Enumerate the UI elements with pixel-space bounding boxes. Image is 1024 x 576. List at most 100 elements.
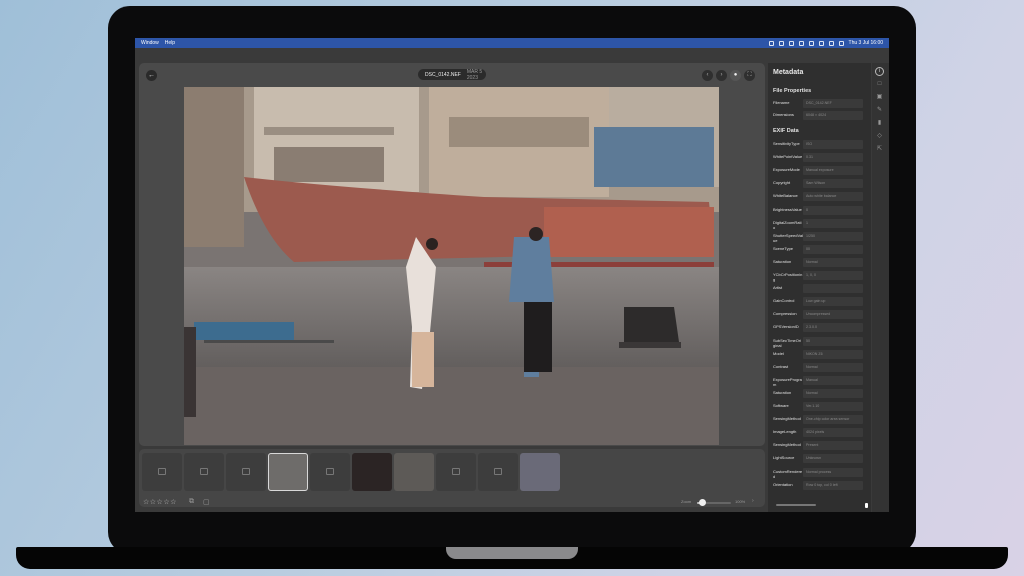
metadata-value-field[interactable]: Sam Wilson bbox=[803, 179, 863, 189]
share-icon[interactable]: ⇱ bbox=[875, 145, 884, 154]
wifi-icon[interactable] bbox=[808, 40, 814, 46]
filmstrip-thumbnail[interactable] bbox=[520, 453, 560, 491]
tag-icon[interactable]: ◇ bbox=[875, 132, 884, 141]
metadata-value-field[interactable]: 0.31 bbox=[803, 153, 863, 163]
panel-horizontal-scrollbar[interactable] bbox=[776, 504, 816, 506]
status-icon[interactable] bbox=[798, 40, 804, 46]
metadata-key: LightSource bbox=[773, 455, 795, 461]
fullscreen-icon: ⛶ bbox=[747, 72, 752, 78]
chevron-right-icon: › bbox=[720, 72, 723, 78]
metadata-value-field[interactable]: 0 bbox=[803, 205, 863, 215]
metadata-value-field[interactable]: 1, 0, 0 bbox=[803, 271, 863, 280]
fullscreen-button[interactable]: ⛶ bbox=[744, 70, 755, 81]
metadata-value-field[interactable]: 00 bbox=[803, 244, 863, 254]
screen: Window Help Thu 3 Jul 16:00 ← DSC_0142.N… bbox=[135, 38, 889, 512]
image-placeholder-icon bbox=[158, 468, 166, 475]
metadata-value-field[interactable]: NIKON Z6 bbox=[803, 349, 863, 359]
exif-heading: EXIF Data bbox=[773, 128, 799, 134]
metadata-value-field[interactable]: Normal bbox=[803, 388, 863, 398]
filmstrip-thumbnail[interactable] bbox=[226, 453, 266, 491]
metadata-value-field[interactable]: Uncompressed bbox=[803, 310, 863, 320]
filmstrip-thumbnail[interactable] bbox=[436, 453, 476, 491]
file-name-pill: DSC_0142.NEF MAR 5 2023 bbox=[418, 69, 486, 81]
search-icon[interactable] bbox=[828, 40, 834, 46]
prev-button[interactable]: ‹ bbox=[702, 70, 713, 81]
metadata-value-field[interactable]: Normal process bbox=[803, 467, 863, 477]
copy-icon[interactable]: ⧉ bbox=[189, 498, 194, 506]
status-icon[interactable] bbox=[768, 40, 774, 46]
back-button[interactable]: ← bbox=[146, 70, 157, 81]
image-icon[interactable]: ▣ bbox=[875, 93, 884, 102]
metadata-value-field[interactable]: Auto white balance bbox=[803, 192, 863, 202]
menubar-status: Thu 3 Jul 16:00 bbox=[768, 38, 883, 48]
metadata-value-field[interactable]: 1 bbox=[803, 218, 863, 228]
metadata-key: ExposureMode bbox=[773, 167, 800, 173]
metadata-key: YCbCrPositioning bbox=[773, 272, 803, 282]
photo-image bbox=[184, 87, 719, 445]
metadata-value-field[interactable]: 2.3.0.0 bbox=[803, 323, 863, 333]
folder-icon[interactable]: □ bbox=[875, 80, 884, 89]
metadata-key: ImageLength bbox=[773, 429, 797, 435]
filmstrip-thumbnail[interactable] bbox=[142, 453, 182, 491]
metadata-value-field[interactable]: Present bbox=[803, 441, 863, 451]
metadata-value-field[interactable]: 4024 pixels bbox=[803, 428, 863, 438]
image-placeholder-icon bbox=[326, 468, 334, 475]
rating-stars[interactable]: ☆☆☆☆☆ bbox=[143, 498, 177, 506]
menubar-clock[interactable]: Thu 3 Jul 16:00 bbox=[849, 40, 883, 46]
filmstrip-thumbnail[interactable] bbox=[352, 453, 392, 491]
metadata-value-field[interactable]: Unknown bbox=[803, 454, 863, 464]
metadata-value-field[interactable]: 1/250 bbox=[803, 231, 863, 241]
metadata-key: Saturation bbox=[773, 389, 792, 395]
metadata-value-field[interactable]: Normal bbox=[803, 362, 863, 372]
panel-scrollbar[interactable] bbox=[865, 503, 868, 508]
metadata-value-field[interactable]: 50 bbox=[803, 336, 863, 346]
metadata-value-field[interactable]: 6048 × 4024 bbox=[803, 111, 863, 120]
metadata-value-field[interactable]: DSC_0142.NEF bbox=[803, 99, 863, 108]
metadata-value-field[interactable]: Low gain up bbox=[803, 297, 863, 307]
next-button[interactable]: › bbox=[716, 70, 727, 81]
battery-icon[interactable] bbox=[818, 40, 824, 46]
metadata-key: Dimensions bbox=[773, 112, 794, 117]
metadata-key: SensingMethod bbox=[773, 416, 801, 422]
filmstrip-thumbnail[interactable] bbox=[478, 453, 518, 491]
metadata-key: WhitePointValue bbox=[773, 154, 803, 160]
metadata-value-field[interactable]: Row 0 top, col 0 left bbox=[803, 480, 863, 490]
filmstrip-thumbnail[interactable] bbox=[268, 453, 308, 491]
control-center-icon[interactable] bbox=[838, 40, 844, 46]
metadata-value-field[interactable] bbox=[803, 284, 863, 294]
status-icon[interactable] bbox=[788, 40, 794, 46]
image-placeholder-icon bbox=[452, 468, 460, 475]
metadata-key: Orientation bbox=[773, 481, 793, 487]
file-name: DSC_0142.NEF bbox=[425, 71, 461, 78]
metadata-value-field[interactable]: Ver.1.10 bbox=[803, 402, 863, 411]
status-icon[interactable] bbox=[778, 40, 784, 46]
info-icon[interactable]: i bbox=[875, 67, 884, 76]
edit-icon[interactable]: ✎ bbox=[875, 106, 884, 115]
metadata-value-field[interactable]: Manual bbox=[803, 375, 863, 385]
metadata-value-field[interactable]: Normal bbox=[803, 257, 863, 267]
filmstrip-thumbnail[interactable] bbox=[310, 453, 350, 491]
info-toggle-button[interactable]: ● bbox=[730, 70, 741, 81]
main-photo bbox=[184, 87, 719, 445]
metadata-key: Filename bbox=[773, 100, 790, 105]
menu-window[interactable]: Window bbox=[141, 40, 159, 46]
bookmark-icon[interactable]: ▮ bbox=[875, 119, 884, 128]
metadata-value-field[interactable]: Manual exposure bbox=[803, 166, 863, 176]
laptop-notch bbox=[446, 547, 578, 559]
circle-icon: ● bbox=[733, 72, 738, 78]
menu-help[interactable]: Help bbox=[165, 40, 175, 46]
metadata-key: Saturation bbox=[773, 258, 792, 264]
trash-icon[interactable]: ▢ bbox=[203, 498, 210, 506]
metadata-value-field[interactable]: ISO bbox=[803, 140, 863, 149]
menu-bar: Window Help Thu 3 Jul 16:00 bbox=[135, 38, 889, 48]
panel-title: Metadata bbox=[773, 69, 804, 76]
metadata-key: WhiteBalance bbox=[773, 193, 798, 199]
metadata-key: SensitivityType bbox=[773, 141, 800, 146]
filmstrip-thumbnail[interactable] bbox=[394, 453, 434, 491]
chevron-right-icon[interactable]: › bbox=[752, 498, 754, 504]
metadata-key: Compression bbox=[773, 311, 797, 317]
metadata-key: SubSecTimeOriginal bbox=[773, 337, 802, 348]
filmstrip-thumbnail[interactable] bbox=[184, 453, 224, 491]
metadata-value-field[interactable]: One-chip color area sensor bbox=[803, 415, 863, 425]
image-placeholder-icon bbox=[200, 468, 208, 475]
